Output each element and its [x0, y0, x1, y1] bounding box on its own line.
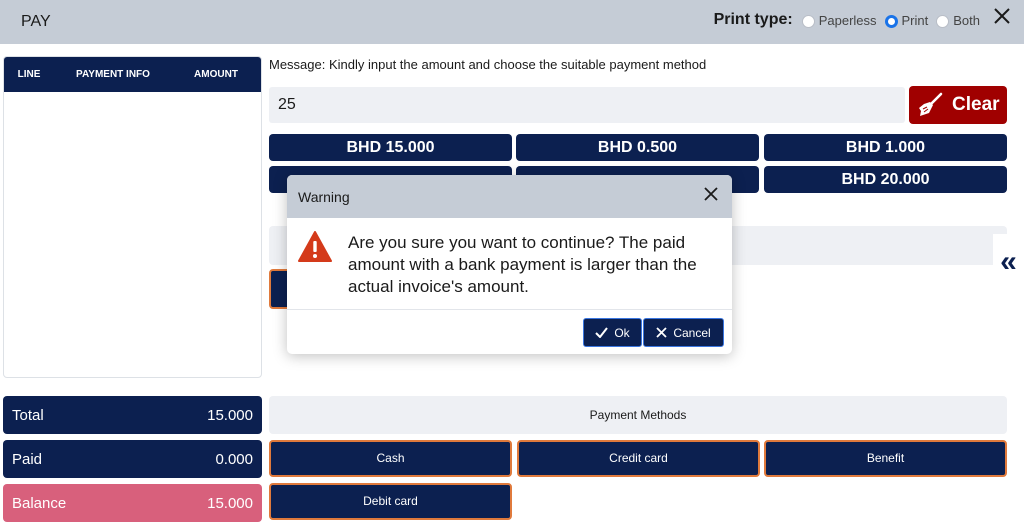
check-icon: [595, 327, 609, 338]
clear-button-label: Clear: [952, 94, 1000, 115]
radio-print[interactable]: [884, 14, 898, 28]
radio-both[interactable]: [936, 14, 950, 28]
header-bar: PAY Print type: Paperless Print Both: [0, 0, 1024, 44]
cash-button[interactable]: Cash: [269, 440, 512, 477]
close-icon[interactable]: [990, 4, 1014, 28]
column-header-payment-info: PAYMENT INFO: [76, 69, 150, 80]
debit-card-button[interactable]: Debit card: [269, 483, 512, 520]
ok-button-label: Ok: [614, 325, 630, 340]
dialog-title: Warning: [298, 189, 350, 205]
credit-card-button[interactable]: Credit card: [517, 440, 760, 477]
total-label: Total: [12, 406, 44, 424]
warning-dialog: Warning Are you sure you want to continu…: [287, 175, 732, 354]
column-header-amount: AMOUNT: [194, 69, 238, 80]
pay-screen: PAY Print type: Paperless Print Both LIN…: [0, 0, 1024, 530]
dialog-close-icon[interactable]: [701, 184, 721, 204]
paid-label: Paid: [12, 450, 43, 468]
broom-icon: [919, 92, 943, 116]
dialog-header: Warning: [287, 175, 732, 218]
print-type-label: Print type:: [713, 11, 793, 28]
amount-input[interactable]: [269, 87, 905, 123]
benefit-button[interactable]: Benefit: [764, 440, 1007, 477]
quick-amount-button[interactable]: BHD 0.500: [516, 134, 759, 161]
quick-amount-button[interactable]: BHD 20.000: [764, 166, 1007, 193]
clear-button[interactable]: Clear: [909, 86, 1007, 124]
cancel-button[interactable]: Cancel: [643, 318, 724, 347]
radio-print-label[interactable]: Print: [902, 13, 929, 28]
column-header-line: LINE: [17, 69, 41, 80]
dialog-message: Are you sure you want to continue? The p…: [348, 233, 697, 296]
dialog-body: Are you sure you want to continue? The p…: [287, 218, 732, 310]
balance-box: Balance 15.000: [3, 484, 262, 522]
radio-paperless[interactable]: [801, 14, 815, 28]
instruction-message: Message: Kindly input the amount and cho…: [269, 57, 707, 72]
x-icon: [656, 327, 667, 338]
quick-amount-button[interactable]: BHD 1.000: [764, 134, 1007, 161]
radio-both-label[interactable]: Both: [953, 13, 980, 28]
quick-amount-button[interactable]: BHD 15.000: [269, 134, 512, 161]
collapse-panel-icon[interactable]: «: [993, 234, 1024, 294]
print-type-group: Print type: Paperless Print Both: [714, 11, 984, 29]
cancel-button-label: Cancel: [673, 325, 711, 340]
page-title: PAY: [21, 13, 51, 30]
table-header: LINE PAYMENT INFO AMOUNT: [4, 57, 261, 92]
balance-value: 15.000: [207, 494, 253, 512]
ok-button[interactable]: Ok: [583, 318, 642, 347]
paid-value: 0.000: [215, 450, 253, 468]
payment-lines-table: LINE PAYMENT INFO AMOUNT: [3, 56, 262, 378]
balance-label: Balance: [12, 494, 67, 512]
total-box: Total 15.000: [3, 396, 262, 434]
warning-icon: [298, 231, 332, 262]
radio-paperless-label[interactable]: Paperless: [819, 13, 877, 28]
payment-methods-header: Payment Methods: [269, 396, 1007, 434]
total-value: 15.000: [207, 406, 253, 424]
paid-box: Paid 0.000: [3, 440, 262, 478]
